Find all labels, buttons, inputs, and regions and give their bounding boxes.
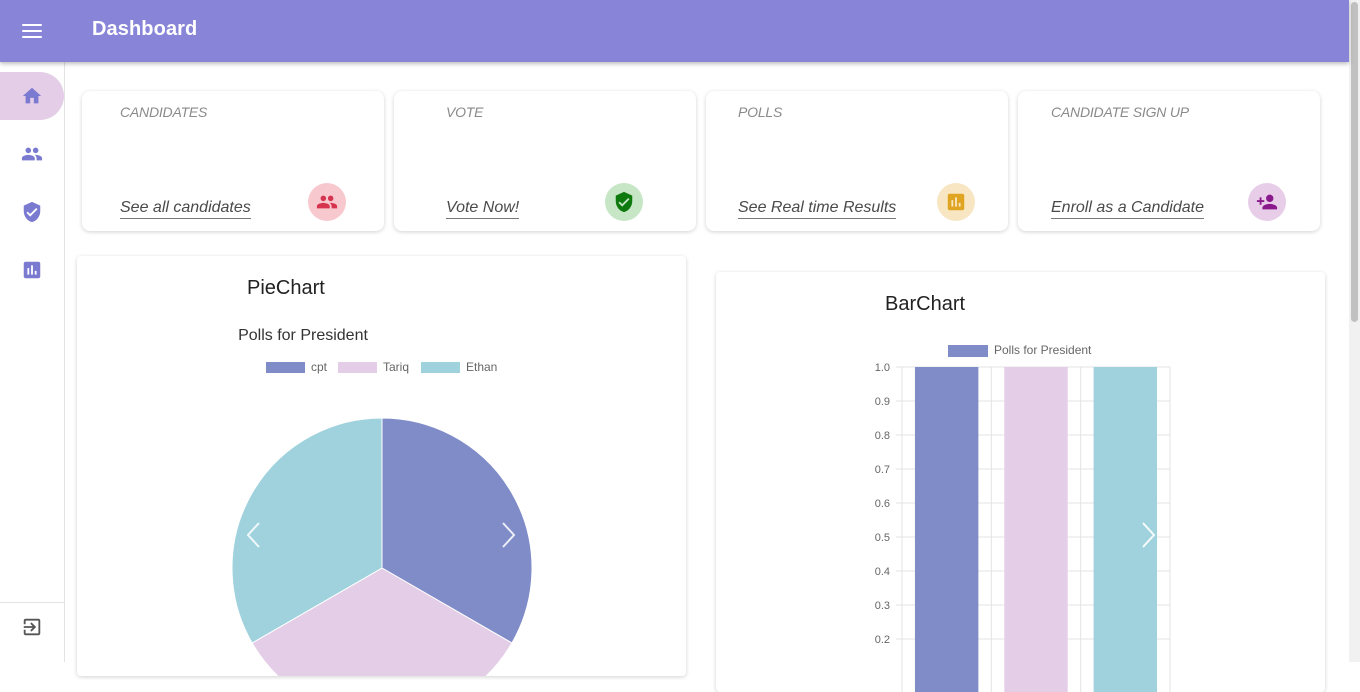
page-title: Dashboard	[92, 18, 198, 40]
people-icon	[21, 147, 43, 161]
carousel-next-arrow[interactable]	[1137, 515, 1159, 555]
see-real-time-results-link[interactable]: See Real time Results	[738, 199, 897, 219]
bar-y-tick-label: 0.4	[875, 566, 890, 578]
card-icon-badge	[937, 183, 975, 221]
chevron-right-icon	[502, 522, 516, 548]
sidebar	[0, 62, 65, 662]
see-all-candidates-link[interactable]: See all candidates	[120, 199, 251, 219]
card-vote: VOTE Vote Now!	[394, 91, 696, 231]
bar-y-tick-label: 0.8	[875, 430, 890, 442]
card-icon-badge	[308, 183, 346, 221]
scrollbar-thumb[interactable]	[1351, 2, 1358, 322]
person-add-icon	[1256, 194, 1278, 210]
bar-cpt[interactable]	[914, 367, 979, 692]
card-title: CANDIDATES	[120, 104, 208, 120]
pie-legend-label[interactable]: Ethan	[466, 360, 497, 374]
card-title: CANDIDATE SIGN UP	[1051, 104, 1189, 120]
bar-y-tick-label: 0.5	[875, 532, 890, 544]
card-polls: POLLS See Real time Results	[706, 91, 1008, 231]
card-candidate-sign-up: CANDIDATE SIGN UP Enroll as a Candidate	[1018, 91, 1320, 231]
logout-button[interactable]	[0, 602, 64, 650]
bar-y-tick-label: 0.2	[875, 634, 890, 646]
group-icon	[316, 195, 338, 209]
pie-legend-swatch[interactable]	[266, 362, 305, 373]
bar-legend-label[interactable]: Polls for President	[994, 343, 1092, 357]
card-title: POLLS	[738, 104, 783, 120]
pie-legend-label[interactable]: Tariq	[383, 360, 409, 374]
app-bar: Dashboard	[0, 0, 1349, 62]
home-icon	[22, 87, 42, 104]
bar-tariq[interactable]	[1004, 367, 1068, 692]
bar-legend-swatch[interactable]	[948, 345, 988, 357]
bar-y-tick-label: 0.9	[875, 396, 890, 408]
bar-y-tick-label: 0.7	[875, 464, 890, 476]
pie-chart: Polls for President cpt Tariq Ethan	[231, 327, 533, 676]
card-candidates: CANDIDATES See all candidates	[82, 91, 384, 231]
sidebar-item-people[interactable]	[0, 130, 64, 178]
sidebar-item-polls[interactable]	[0, 246, 64, 294]
card-icon-badge	[1248, 183, 1286, 221]
pie-legend-swatch[interactable]	[421, 362, 460, 373]
menu-icon[interactable]	[18, 17, 46, 45]
card-icon-badge	[605, 183, 643, 221]
enroll-as-candidate-link[interactable]: Enroll as a Candidate	[1051, 199, 1204, 219]
pie-chart-title: Polls for President	[238, 327, 368, 344]
chevron-left-icon	[246, 522, 260, 548]
bar-chart-icon	[23, 261, 41, 279]
pie-chart-panel: PieChart Polls for President cpt Tariq Eth…	[77, 256, 686, 676]
sidebar-item-vote[interactable]	[0, 188, 64, 236]
verified-shield-icon	[615, 191, 633, 213]
bar-y-tick-label: 0.6	[875, 498, 890, 510]
chevron-right-icon	[1142, 522, 1156, 548]
scrollbar[interactable]	[1349, 0, 1360, 662]
card-title: VOTE	[446, 104, 484, 120]
shield-check-icon	[23, 201, 41, 223]
pie-legend-label[interactable]: cpt	[311, 360, 328, 374]
bar-y-tick-label: 1.0	[875, 362, 890, 374]
vote-now-link[interactable]: Vote Now!	[446, 199, 520, 219]
poll-icon	[947, 193, 965, 211]
bar-y-tick-label: 0.3	[875, 600, 890, 612]
pie-legend-swatch[interactable]	[338, 362, 377, 373]
carousel-prev-arrow[interactable]	[243, 515, 265, 555]
bar-chart: Polls for President 1.0 0.9 0.8 0.7 0.6 0.5 0.…	[875, 343, 1171, 692]
sidebar-item-home[interactable]	[0, 72, 64, 120]
carousel-next-arrow[interactable]	[497, 515, 519, 555]
bar-chart-panel: BarChart Polls for President 1.0 0.9 0.8 0.…	[716, 272, 1325, 692]
logout-icon	[23, 618, 41, 635]
